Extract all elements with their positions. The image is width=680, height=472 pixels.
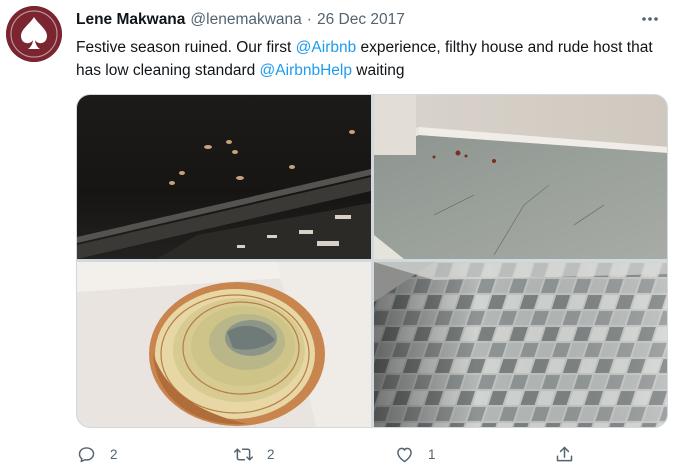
photo-dirty-floor[interactable]: [374, 95, 667, 259]
like-count: 1: [428, 446, 436, 462]
reply-icon: [78, 446, 95, 462]
share-icon: [556, 446, 573, 461]
retweet-button[interactable]: 2: [233, 440, 275, 468]
retweet-count: 2: [267, 446, 275, 462]
reply-count: 2: [110, 446, 118, 462]
action-bar: 2 2 1: [76, 440, 576, 468]
like-button[interactable]: 1: [394, 440, 436, 468]
tweet-date[interactable]: 26 Dec 2017: [317, 11, 405, 29]
tweet-text-part: Festive season ruined. Our first: [76, 39, 296, 56]
author-name[interactable]: Lene Makwana: [76, 11, 185, 29]
tiled-floor-photo: [374, 262, 667, 427]
photo-tiled-floor[interactable]: [374, 262, 667, 427]
retweet-icon: [234, 448, 253, 460]
avatar[interactable]: [6, 6, 62, 62]
dirty-floor-photo: [374, 95, 667, 259]
author-handle[interactable]: @lenemakwana: [190, 11, 301, 29]
tweet: Lene Makwana @lenemakwana · 26 Dec 2017 …: [0, 0, 680, 472]
share-button[interactable]: [554, 440, 575, 468]
tweet-text-part: waiting: [351, 62, 405, 79]
reply-button[interactable]: 2: [76, 440, 118, 468]
more-options-button[interactable]: [636, 8, 664, 30]
mention-airbnbhelp[interactable]: @AirbnbHelp: [260, 62, 352, 79]
more-dots-icon: [642, 17, 658, 21]
spade-logo-icon: [6, 6, 62, 62]
heart-icon: [397, 447, 412, 462]
tweet-header: Lene Makwana @lenemakwana · 26 Dec 2017: [76, 9, 405, 31]
oven-tray-photo: [77, 95, 371, 259]
rotten-onion-photo: [77, 262, 371, 427]
tweet-text: Festive season ruined. Our first @Airbnb…: [76, 36, 666, 82]
mention-airbnb[interactable]: @Airbnb: [296, 39, 357, 56]
photo-oven-tray[interactable]: [77, 95, 371, 259]
media-grid: [76, 94, 668, 428]
photo-rotten-onion[interactable]: [77, 262, 371, 427]
separator-dot: ·: [306, 11, 312, 28]
